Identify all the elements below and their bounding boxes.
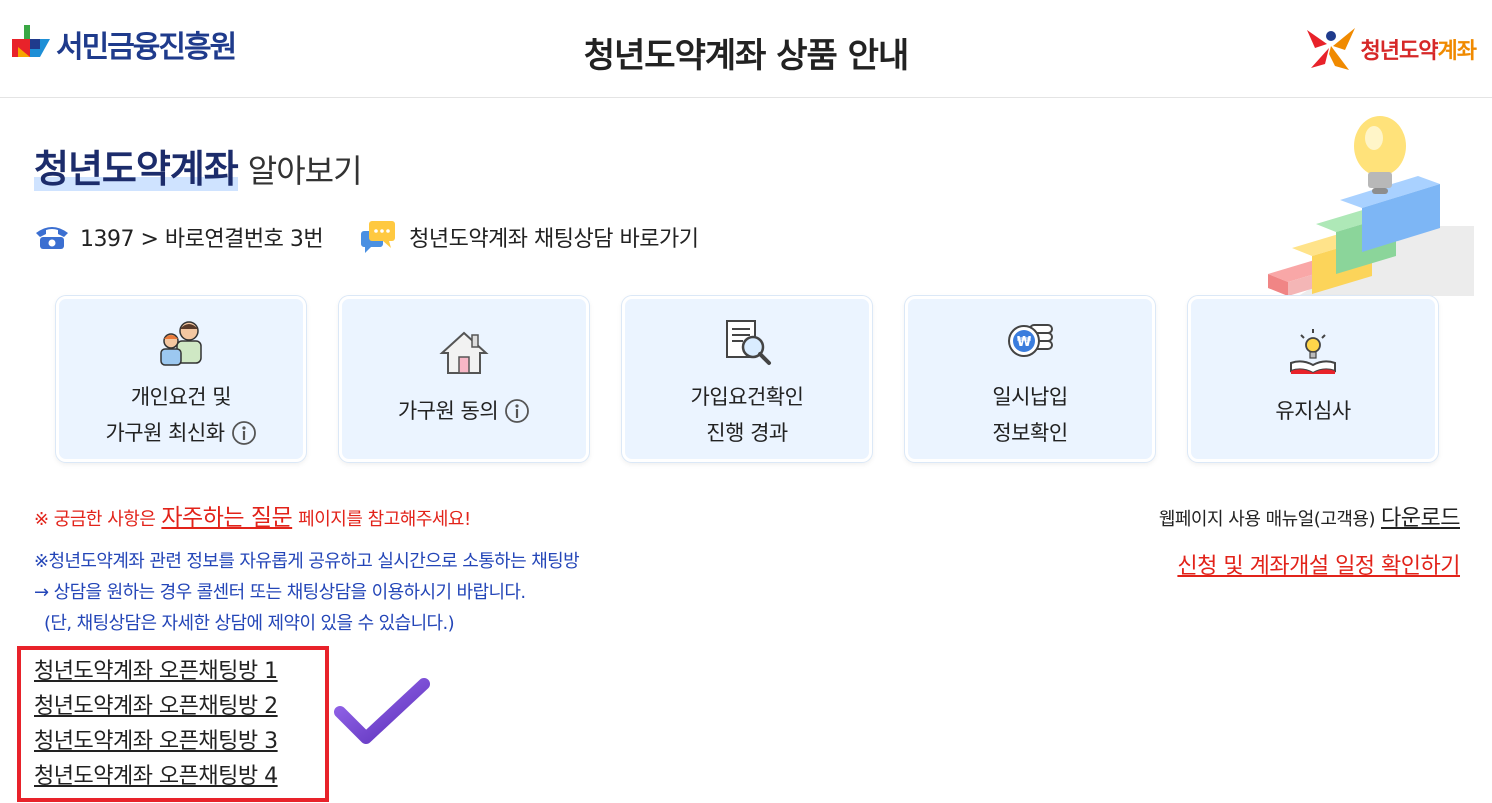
card-label: 개인요건 및 가구원 최신화 (105, 379, 256, 451)
faq-notice-suffix: 페이지를 참고해주세요! (298, 509, 471, 530)
user-manual-label: 웹페이지 사용 매뉴얼(고객용) (1158, 509, 1376, 530)
phone-number-text: 1397 > 바로연결번호 3번 (80, 227, 324, 252)
faq-notice: ※ 궁금한 사항은 자주하는 질문 페이지를 참고해주세요! (34, 498, 471, 532)
youth-account-logo-text: 청년도약계좌 (1360, 39, 1477, 64)
page-header: 서민금융진흥원 청년도약계좌 상품 안내 청년도약계좌 (0, 0, 1492, 98)
checkmark-icon (334, 678, 430, 744)
chat-consult-link[interactable]: 청년도약계좌 채팅상담 바로가기 (409, 221, 699, 253)
youth-account-logo[interactable]: 청년도약계좌 (1305, 26, 1477, 72)
book-lightbulb-icon (1290, 329, 1336, 375)
section-title-strong: 청년도약계좌 (34, 138, 239, 193)
contact-row: 1397 > 바로연결번호 3번 청년도약계좌 채팅상담 바로가기 (34, 218, 699, 256)
info-icon[interactable] (231, 420, 257, 446)
section-title: 청년도약계좌 알아보기 (34, 138, 363, 193)
open-chat-room-link-1[interactable]: 청년도약계좌 오픈채팅방 1 (34, 654, 325, 689)
card-label: 가구원 동의 (398, 393, 530, 429)
service-cards: 개인요건 및 가구원 최신화 가구원 동의 가입요건확인 진행 경과 ₩ 일시납… (56, 296, 1438, 462)
svg-text:₩: ₩ (1017, 335, 1032, 350)
card-personal-requirements[interactable]: 개인요건 및 가구원 최신화 (56, 296, 306, 462)
chat-bubble-icon[interactable] (361, 219, 397, 255)
card-label: 일시납입 정보확인 (992, 385, 1068, 445)
card-label: 가입요건확인 진행 경과 (690, 385, 804, 445)
schedule-check-link[interactable]: 신청 및 계좌개설 일정 확인하기 (1177, 548, 1460, 580)
page-title: 청년도약계좌 상품 안내 (583, 36, 909, 76)
card-maintenance-review[interactable]: 유지심사 (1188, 296, 1438, 462)
open-chat-notice-line3: (단, 채팅상담은 자세한 상담에 제약이 있을 수 있습니다.) (44, 613, 455, 634)
phone-icon (36, 227, 68, 249)
section-title-light: 알아보기 (247, 152, 363, 190)
open-chat-room-link-3[interactable]: 청년도약계좌 오픈채팅방 3 (34, 724, 325, 759)
stairs-lightbulb-illustration (1268, 116, 1474, 296)
youth-account-logo-mark-icon (1306, 28, 1355, 70)
open-chat-room-link-2[interactable]: 청년도약계좌 오픈채팅방 2 (34, 689, 325, 724)
manual-download-link[interactable]: 다운로드 (1381, 500, 1460, 532)
people-icon (160, 321, 202, 366)
card-household-consent[interactable]: 가구원 동의 (339, 296, 589, 462)
info-icon[interactable] (504, 398, 530, 424)
open-chat-notice: ※청년도약계좌 관련 정보를 자유롭게 공유하고 실시간으로 소통하는 채팅방 … (34, 546, 580, 639)
open-chat-room-link-4[interactable]: 청년도약계좌 오픈채팅방 4 (34, 759, 325, 794)
card-lump-sum-payment-info[interactable]: ₩ 일시납입 정보확인 (905, 296, 1155, 462)
open-chat-rooms-box: 청년도약계좌 오픈채팅방 1 청년도약계좌 오픈채팅방 2 청년도약계좌 오픈채… (17, 646, 329, 802)
card-label: 유지심사 (1275, 399, 1351, 423)
user-manual: 웹페이지 사용 매뉴얼(고객용) 다운로드 (1158, 500, 1461, 532)
open-chat-notice-line2: → 상담을 원하는 경우 콜센터 또는 채팅상담을 이용하시기 바랍니다. (34, 582, 526, 603)
faq-link[interactable]: 자주하는 질문 (161, 498, 292, 532)
faq-notice-prefix: ※ 궁금한 사항은 (34, 509, 156, 530)
open-chat-notice-line1: ※청년도약계좌 관련 정보를 자유롭게 공유하고 실시간으로 소통하는 채팅방 (34, 551, 580, 572)
card-eligibility-check-progress[interactable]: 가입요건확인 진행 경과 (622, 296, 872, 462)
house-icon (439, 331, 489, 374)
document-search-icon (726, 320, 771, 365)
coins-icon: ₩ (1008, 324, 1053, 357)
